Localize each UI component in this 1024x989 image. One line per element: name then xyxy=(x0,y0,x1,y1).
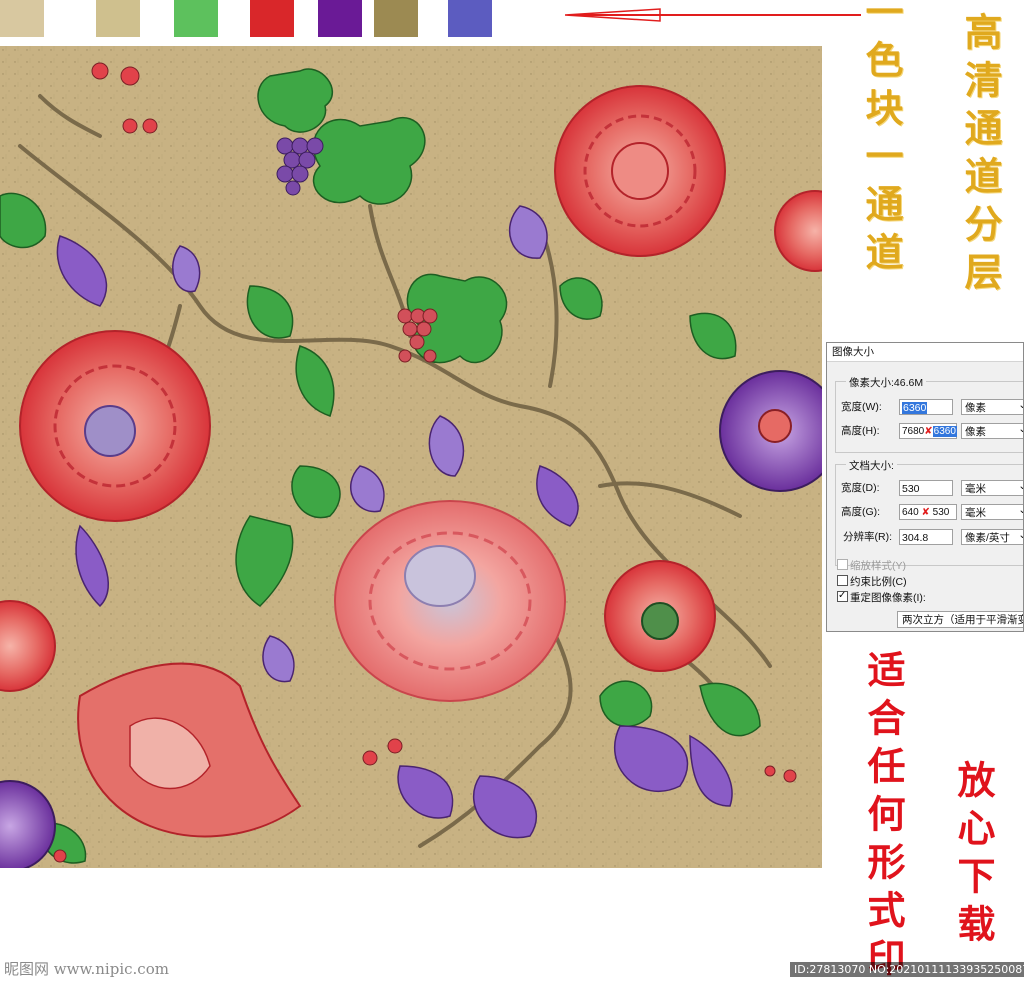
correction-mark-icon: ✘ xyxy=(924,426,933,437)
color-swatch-row xyxy=(0,0,560,38)
resample-method-select[interactable]: 两次立方（适用于平滑渐变 xyxy=(897,611,1023,628)
pixel-width-label: 宽度(W): xyxy=(841,401,882,413)
image-size-dialog: 图像大小 像素大小:46.6M 宽度(W): 6360 像素 高度(H): 76… xyxy=(826,342,1024,632)
doc-width-label: 宽度(D): xyxy=(841,482,880,494)
doc-height-field[interactable]: 640 ✘ 530 xyxy=(899,504,957,520)
color-swatch-khaki xyxy=(96,0,140,37)
scale-styles-label: 缩放样式(Y) xyxy=(850,560,906,572)
pixel-dimensions-label: 像素大小:46.6M xyxy=(846,375,927,390)
correction-mark-icon: ✘ xyxy=(921,507,930,518)
doc-height-old-value: 640 xyxy=(902,507,919,518)
checkbox-box-icon xyxy=(837,575,848,586)
color-swatch-green xyxy=(174,0,218,37)
checkbox-box-icon xyxy=(837,559,848,570)
doc-width-field[interactable]: 530 xyxy=(899,480,953,496)
dialog-title: 图像大小 xyxy=(827,343,1023,362)
pixel-height-old-value: 7680 xyxy=(902,426,925,437)
doc-height-unit-select[interactable]: 毫米 xyxy=(961,502,1023,520)
left-arrow-icon xyxy=(565,8,861,22)
pixel-height-field[interactable]: 7680✘6360 xyxy=(899,423,957,439)
doc-height-new-value: 530 xyxy=(932,507,950,518)
color-swatch-olive xyxy=(374,0,418,37)
doc-width-unit-select[interactable]: 毫米 xyxy=(961,478,1023,496)
constrain-proportions-label: 约束比例(C) xyxy=(850,576,907,588)
document-size-label: 文档大小: xyxy=(846,458,897,473)
color-swatch-white xyxy=(48,0,92,37)
pixel-height-unit-select[interactable]: 像素 xyxy=(961,421,1023,439)
pixel-width-unit-select[interactable]: 像素 xyxy=(961,397,1023,415)
pixel-height-label: 高度(H): xyxy=(841,425,880,437)
pixel-height-new-value: 6360 xyxy=(932,426,957,437)
image-id-watermark: ID:27813070 NO:20210111133935250087 xyxy=(790,962,1024,977)
floral-pattern-image xyxy=(0,46,822,868)
resample-label: 重定图像像素(I): xyxy=(850,592,926,604)
resolution-unit-select[interactable]: 像素/英寸 xyxy=(961,527,1023,545)
resolution-label: 分辨率(R): xyxy=(843,531,892,543)
color-swatch-purple xyxy=(318,0,362,37)
color-swatch-red xyxy=(250,0,294,37)
caption-hd-channel-layers: 高清通道分层 xyxy=(958,12,1003,300)
caption-download-safe: 放心下载 xyxy=(951,760,996,952)
resample-checkbox[interactable]: 重定图像像素(I): xyxy=(837,589,926,605)
color-swatch-beige xyxy=(0,0,44,37)
pixel-dimensions-group: 像素大小:46.6M xyxy=(835,375,1023,453)
doc-height-label: 高度(G): xyxy=(841,506,881,518)
caption-suitable-any-print: 适合任何形式印 xyxy=(861,650,906,986)
checkbox-checked-icon xyxy=(837,589,848,603)
resolution-field[interactable]: 304.8 xyxy=(899,529,953,545)
pixel-width-value: 6360 xyxy=(902,402,928,414)
constrain-proportions-checkbox[interactable]: 约束比例(C) xyxy=(837,575,907,589)
caption-one-color-one-channel: 一色块一通道 xyxy=(859,0,904,280)
color-swatch-blue-violet xyxy=(448,0,492,37)
nipic-watermark-logo: 昵图网 www.nipic.com xyxy=(4,960,169,978)
pixel-width-field[interactable]: 6360 xyxy=(899,399,953,415)
scale-styles-checkbox[interactable]: 缩放样式(Y) xyxy=(837,559,906,573)
